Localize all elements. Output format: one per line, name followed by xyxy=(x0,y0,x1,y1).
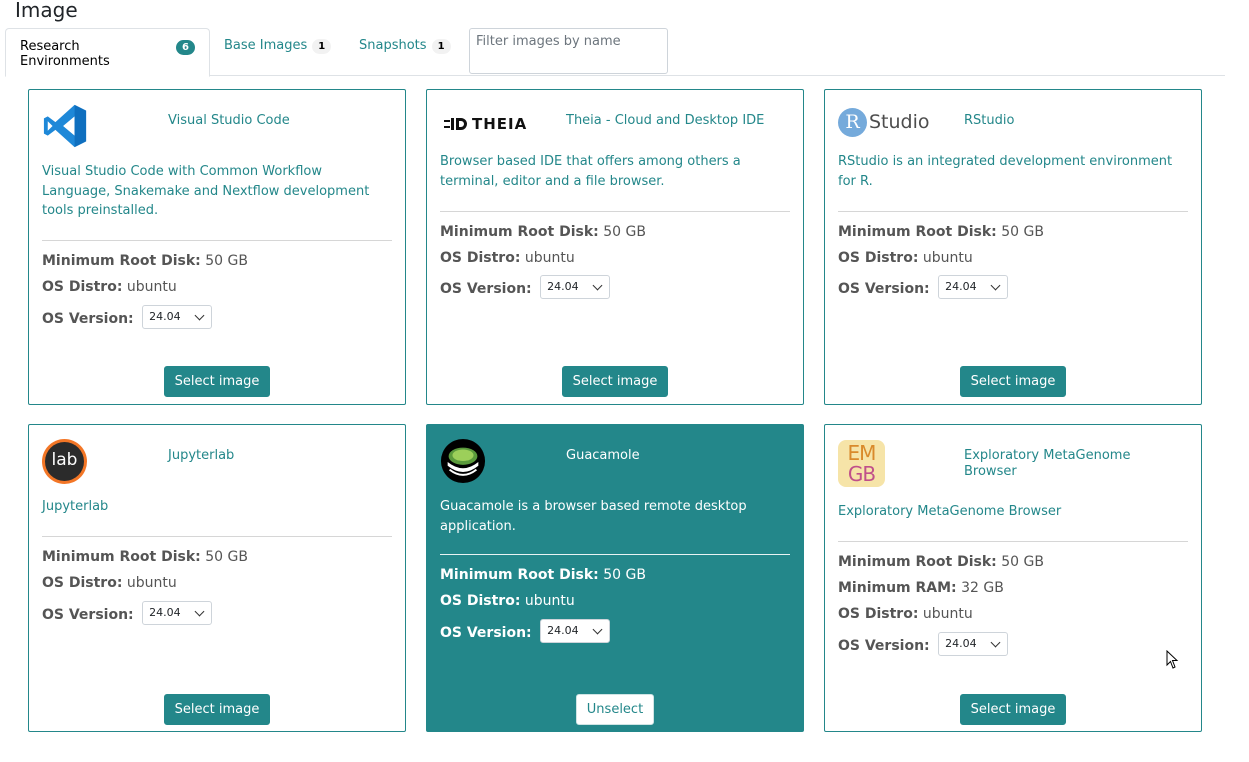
os-version-select[interactable]: 24.04 xyxy=(142,305,213,329)
image-description: RStudio is an integrated development env… xyxy=(838,154,1173,189)
image-card-jupyterlab[interactable]: lab Jupyterlab Jupyterlab Minimum Root D… xyxy=(28,424,406,732)
guacamole-logo xyxy=(440,438,486,484)
mouse-cursor-icon xyxy=(1166,650,1179,669)
rstudio-r-icon: R xyxy=(838,107,867,137)
min-root-disk: Minimum Root Disk: 50 GB xyxy=(42,549,248,565)
select-image-button[interactable]: Select image xyxy=(164,694,270,725)
theia-icon xyxy=(444,118,467,130)
count-badge: 1 xyxy=(431,39,451,54)
tab-research-environments[interactable]: Research Environments 6 xyxy=(5,28,210,77)
image-name: Jupyterlab xyxy=(168,448,235,463)
os-distro: OS Distro: ubuntu xyxy=(838,606,973,622)
tab-label: Base Images xyxy=(224,38,308,53)
rstudio-logo-text: Studio xyxy=(869,111,930,133)
os-distro: OS Distro: ubuntu xyxy=(838,250,973,266)
os-version-select[interactable]: 24.04 xyxy=(540,275,611,299)
min-root-disk: Minimum Root Disk: 50 GB xyxy=(42,253,248,269)
tab-base-images[interactable]: Base Images 1 xyxy=(210,28,345,76)
emgb-logo: EM GB xyxy=(838,440,885,487)
os-version-select[interactable]: 24.04 xyxy=(142,601,213,625)
emgb-logo-bottom: GB xyxy=(847,461,876,486)
chevron-down-icon xyxy=(592,280,603,291)
image-description: Browser based IDE that offers among othe… xyxy=(440,154,741,189)
min-root-disk: Minimum Root Disk: 50 GB xyxy=(838,224,1044,240)
os-version: OS Version: 24.04 xyxy=(42,305,213,331)
theia-logo: THEIA xyxy=(444,114,534,134)
chevron-down-icon xyxy=(194,606,205,617)
divider xyxy=(440,211,790,212)
min-ram: Minimum RAM: 32 GB xyxy=(838,580,1004,596)
divider xyxy=(838,211,1188,212)
min-root-disk: Minimum Root Disk: 50 GB xyxy=(440,224,646,240)
os-version-select[interactable]: 24.04 xyxy=(938,275,1009,299)
select-image-button[interactable]: Select image xyxy=(562,366,668,397)
image-name: Theia - Cloud and Desktop IDE xyxy=(566,113,765,128)
image-card-vscode[interactable]: Visual Studio Code Visual Studio Code wi… xyxy=(28,89,406,405)
tab-snapshots[interactable]: Snapshots 1 xyxy=(345,28,465,76)
divider xyxy=(42,536,392,537)
chevron-down-icon xyxy=(194,310,205,321)
divider xyxy=(42,240,392,241)
min-root-disk: Minimum Root Disk: 50 GB xyxy=(440,567,646,583)
image-card-emgb[interactable]: EM GB Exploratory MetaGenome Browser Exp… xyxy=(824,424,1202,732)
image-name: RStudio xyxy=(964,113,1015,128)
chevron-down-icon xyxy=(990,280,1001,291)
select-image-button[interactable]: Select image xyxy=(164,366,270,397)
image-name: Guacamole xyxy=(566,448,640,463)
image-card-rstudio[interactable]: R Studio RStudio RStudio is an integrate… xyxy=(824,89,1202,405)
unselect-button[interactable]: Unselect xyxy=(576,694,654,725)
image-name: Exploratory MetaGenome Browser xyxy=(964,448,1131,479)
count-badge: 6 xyxy=(176,40,195,55)
os-distro: OS Distro: ubuntu xyxy=(42,575,177,591)
chevron-down-icon xyxy=(990,637,1001,648)
tab-label: Research Environments xyxy=(20,39,110,69)
os-distro: OS Distro: ubuntu xyxy=(440,593,575,609)
divider xyxy=(838,541,1188,542)
rstudio-logo: R Studio xyxy=(838,106,933,138)
jupyterlab-logo-text: lab xyxy=(45,442,84,481)
os-version: OS Version: 24.04 xyxy=(838,632,1009,658)
os-version: OS Version: 24.04 xyxy=(42,601,213,627)
os-version: OS Version: 24.04 xyxy=(440,619,611,645)
vscode-icon xyxy=(43,104,87,148)
select-image-button[interactable]: Select image xyxy=(960,694,1066,725)
image-description: Jupyterlab xyxy=(42,499,109,514)
image-card-guacamole[interactable]: Guacamole Guacamole is a browser based r… xyxy=(426,424,804,732)
min-root-disk: Minimum Root Disk: 50 GB xyxy=(838,554,1044,570)
os-distro: OS Distro: ubuntu xyxy=(42,279,177,295)
os-distro: OS Distro: ubuntu xyxy=(440,250,575,266)
select-image-button[interactable]: Select image xyxy=(960,366,1066,397)
os-version-select[interactable]: 24.04 xyxy=(540,619,611,643)
theia-logo-text: THEIA xyxy=(472,115,528,133)
filter-images-input[interactable] xyxy=(469,28,668,74)
emgb-logo-top: EM xyxy=(847,440,877,465)
os-version: OS Version: 24.04 xyxy=(440,275,611,301)
image-description: Guacamole is a browser based remote desk… xyxy=(440,499,747,534)
image-description: Visual Studio Code with Common Workflow … xyxy=(42,164,370,218)
jupyterlab-logo: lab xyxy=(42,439,87,484)
tab-label: Snapshots xyxy=(359,38,427,53)
image-card-theia[interactable]: THEIA Theia - Cloud and Desktop IDE Brow… xyxy=(426,89,804,405)
image-name: Visual Studio Code xyxy=(168,113,290,128)
os-version-select[interactable]: 24.04 xyxy=(938,632,1009,656)
os-version: OS Version: 24.04 xyxy=(838,275,1009,301)
image-description: Exploratory MetaGenome Browser xyxy=(838,504,1062,519)
count-badge: 1 xyxy=(312,39,332,54)
chevron-down-icon xyxy=(592,624,603,635)
divider xyxy=(440,554,790,555)
page-title: Image xyxy=(15,0,78,22)
